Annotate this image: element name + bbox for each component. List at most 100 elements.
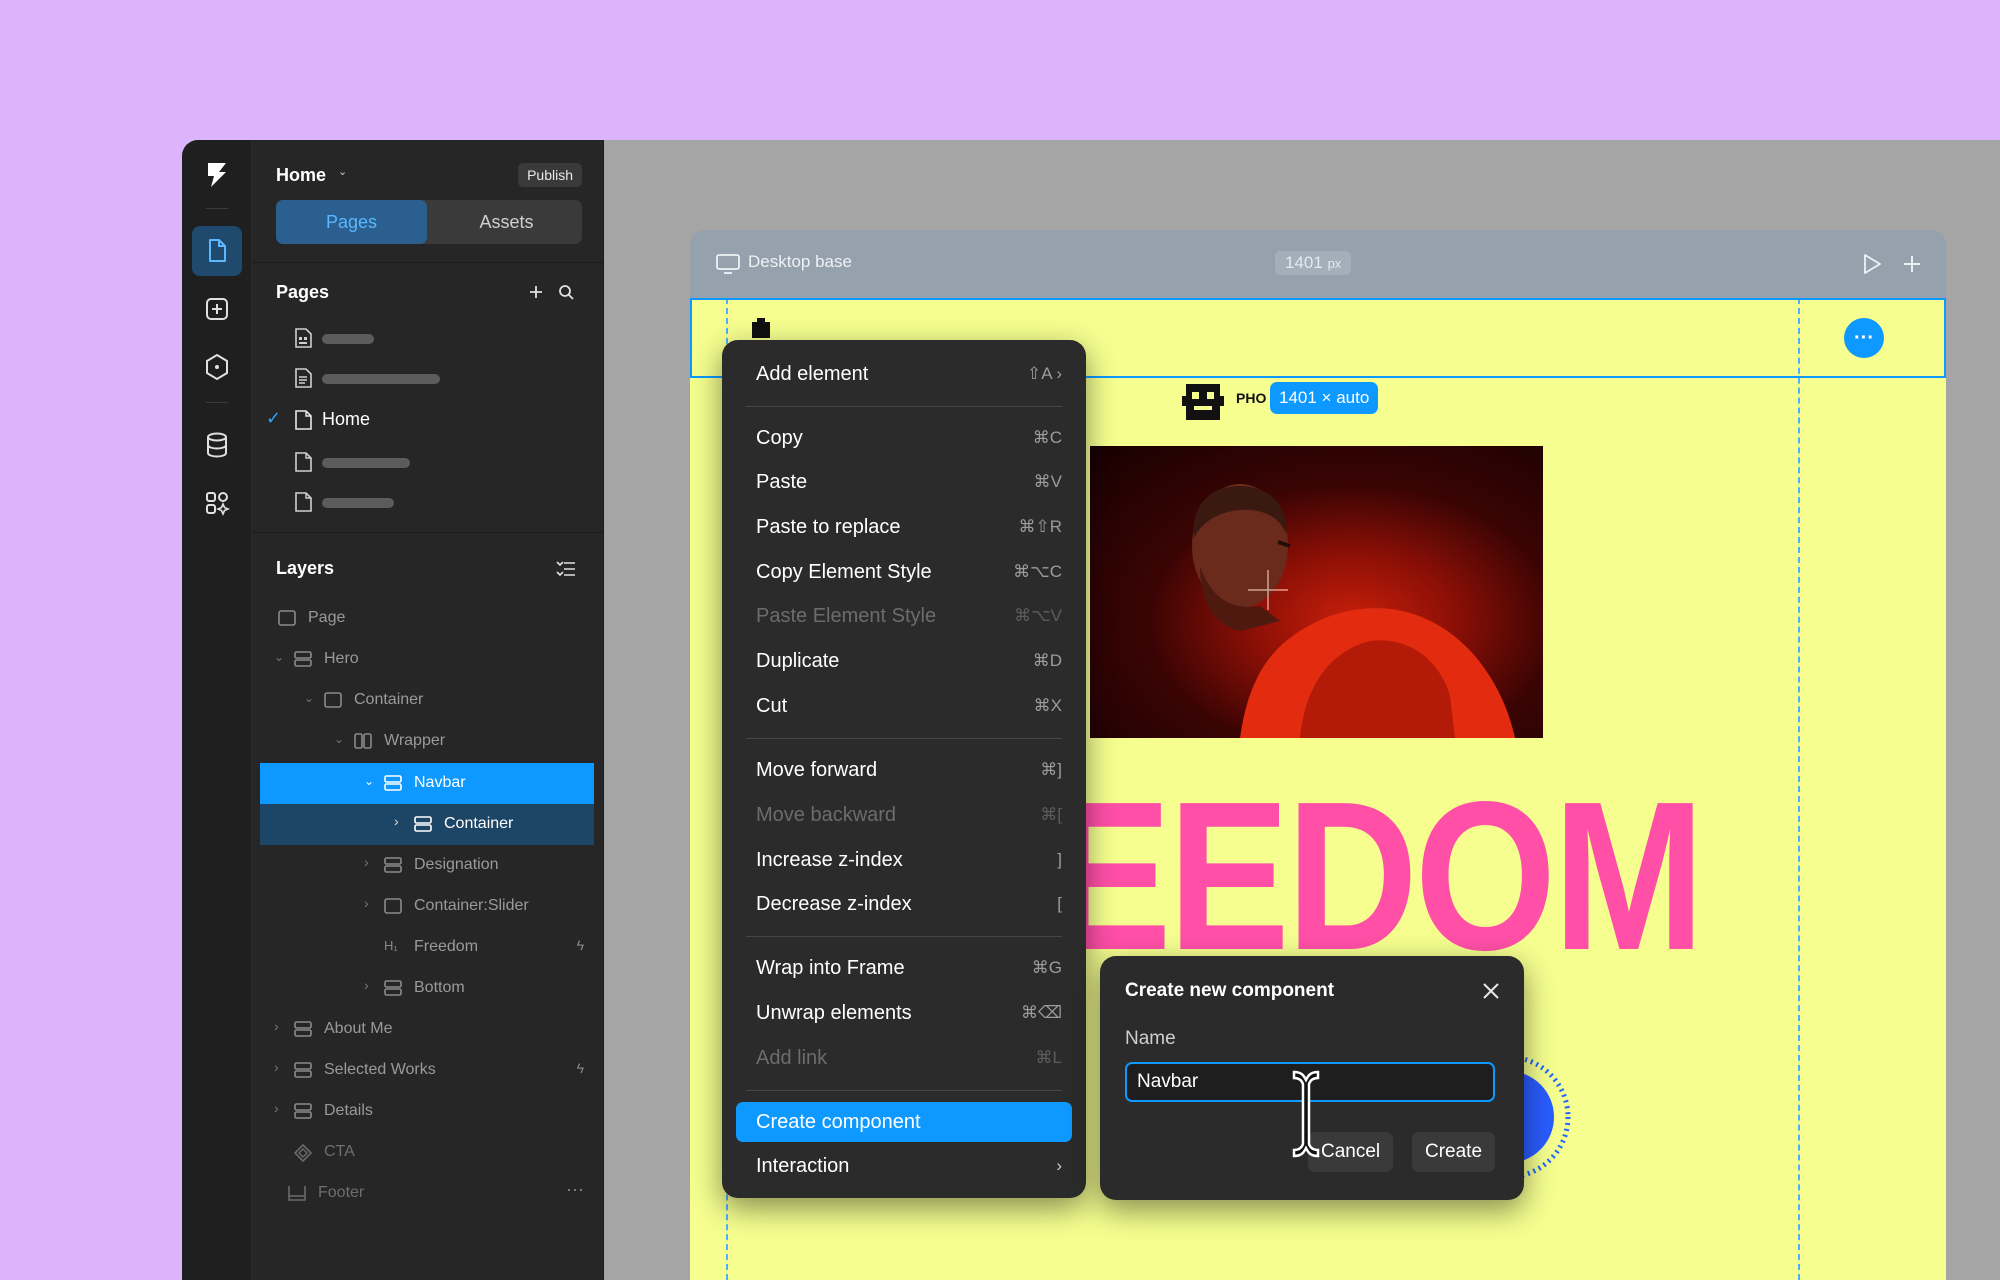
- page-item-label: Home: [322, 409, 371, 429]
- page-item[interactable]: [252, 442, 604, 482]
- chevron-down-icon[interactable]: ⌄: [364, 774, 374, 788]
- layer-footer[interactable]: Footer ···: [260, 1173, 594, 1214]
- page-icon: [295, 452, 312, 472]
- close-icon: [1483, 983, 1499, 999]
- chevron-down-icon[interactable]: ⌄: [274, 650, 284, 664]
- menu-item-increase-z-index[interactable]: Increase z-index]: [736, 840, 1072, 880]
- page-item[interactable]: [252, 358, 604, 398]
- menu-item-copy[interactable]: Copy ⌘C: [736, 418, 1072, 458]
- navbar-options-button[interactable]: ···: [1844, 318, 1884, 358]
- chevron-down-icon[interactable]: ⌄: [338, 165, 347, 178]
- components-button[interactable]: [192, 342, 242, 392]
- create-button[interactable]: Create: [1412, 1132, 1496, 1172]
- search-icon[interactable]: [558, 284, 575, 301]
- collapse-list-icon[interactable]: [556, 560, 576, 578]
- layer-bottom[interactable]: › Bottom: [260, 968, 594, 1009]
- check-icon: ✓: [266, 408, 282, 428]
- layer-wrapper[interactable]: ⌄ Wrapper: [260, 721, 594, 762]
- menu-item-interaction[interactable]: Interaction ›: [736, 1146, 1072, 1186]
- stack-icon: [384, 775, 402, 791]
- layer-hero[interactable]: ⌄ Hero: [260, 639, 594, 680]
- stack-icon: [384, 980, 402, 996]
- tab-assets[interactable]: Assets: [431, 200, 582, 244]
- layer-designation[interactable]: › Designation: [260, 845, 594, 886]
- stack-icon: [294, 1021, 312, 1037]
- tab-pages[interactable]: Pages: [276, 200, 427, 244]
- add-element-button[interactable]: [192, 284, 242, 334]
- more-icon[interactable]: ···: [566, 1179, 584, 1200]
- crosshair-icon: [1248, 570, 1288, 610]
- site-title[interactable]: Home: [276, 158, 326, 192]
- layer-details[interactable]: › Details: [260, 1091, 594, 1132]
- logo-text: PHO: [1236, 390, 1267, 406]
- chevron-down-icon[interactable]: ⌄: [334, 732, 344, 746]
- chevron-down-icon[interactable]: ⌄: [304, 691, 314, 705]
- menu-item-move-backward: Move backward ⌘[: [756, 804, 1062, 826]
- page-item[interactable]: [252, 482, 604, 522]
- editor-window: Home ⌄ Publish Pages Assets Pages ✓ Home…: [182, 140, 2000, 1280]
- close-button[interactable]: [1478, 978, 1504, 1004]
- chevron-right-icon[interactable]: ›: [364, 854, 369, 870]
- chevron-right-icon[interactable]: ›: [364, 977, 369, 993]
- page-item[interactable]: [252, 318, 604, 358]
- menu-item-wrap-into-frame[interactable]: Wrap into Frame ⌘G: [736, 948, 1072, 988]
- frame-label[interactable]: Desktop base: [748, 252, 852, 272]
- menu-item-duplicate[interactable]: Duplicate ⌘D: [736, 641, 1072, 681]
- pages-section-title: Pages: [276, 282, 330, 302]
- layer-freedom[interactable]: H₁ Freedom ϟ: [260, 927, 594, 968]
- cms-button[interactable]: [192, 420, 242, 470]
- play-icon[interactable]: [1862, 253, 1882, 275]
- frame-icon: [324, 692, 342, 708]
- hero-photo[interactable]: [1090, 446, 1543, 738]
- layer-navbar-container[interactable]: › Container: [260, 804, 594, 845]
- menu-item-decrease-z-index[interactable]: Decrease z-index[: [736, 884, 1072, 924]
- layer-cta[interactable]: CTA: [260, 1132, 594, 1173]
- pages-panel-button[interactable]: [192, 226, 242, 276]
- sidebar-tabs: Pages Assets: [276, 200, 582, 244]
- cms-page-icon: [295, 328, 312, 348]
- chevron-right-icon[interactable]: ›: [274, 1059, 279, 1075]
- name-label: Name: [1125, 1028, 1176, 1049]
- menu-item-move-forward[interactable]: Move forward ⌘]: [736, 750, 1072, 790]
- plus-icon[interactable]: [1902, 254, 1922, 274]
- chevron-right-icon[interactable]: ›: [364, 895, 369, 911]
- layer-container[interactable]: ⌄ Container: [260, 680, 594, 721]
- menu-item-cut[interactable]: Cut ⌘X: [736, 686, 1072, 726]
- menu-item-unwrap-elements[interactable]: Unwrap elements ⌘⌫: [736, 993, 1072, 1033]
- chevron-right-icon[interactable]: ›: [274, 1018, 279, 1034]
- menu-item-paste[interactable]: Paste ⌘V: [736, 462, 1072, 502]
- menu-item-add-element[interactable]: Add element ⇧A ›: [736, 354, 1072, 394]
- page-icon: [295, 368, 312, 388]
- chevron-right-icon[interactable]: ›: [274, 1100, 279, 1116]
- add-page-icon[interactable]: [528, 284, 544, 300]
- columns-icon: [354, 733, 372, 749]
- menu-item-paste-to-replace[interactable]: Paste to replace ⌘⇧R: [736, 507, 1072, 547]
- apps-icon: [206, 492, 230, 516]
- menu-item-create-component[interactable]: Create component: [736, 1102, 1072, 1142]
- page-item-home[interactable]: ✓ Home: [252, 400, 604, 440]
- layer-container-slider[interactable]: › Container:Slider: [260, 886, 594, 927]
- monitor-icon: [716, 254, 740, 274]
- app-logo[interactable]: [192, 150, 242, 200]
- tool-rail: [182, 140, 252, 1280]
- chevron-right-icon[interactable]: ›: [394, 813, 399, 829]
- publish-button[interactable]: Publish: [518, 163, 582, 187]
- context-menu: Add element ⇧A › Copy ⌘C Paste ⌘V Paste to …: [722, 340, 1086, 1198]
- layer-selected-works[interactable]: › Selected Works ϟ: [260, 1050, 594, 1091]
- hero-heading[interactable]: EEDOM: [1050, 770, 1705, 982]
- layer-about-me[interactable]: › About Me: [260, 1009, 594, 1050]
- site-header: Home ⌄ Publish: [276, 158, 582, 192]
- stack-icon: [414, 816, 432, 832]
- menu-item-copy-element-style[interactable]: Copy Element Style ⌘⌥C: [736, 552, 1072, 592]
- stack-icon: [384, 857, 402, 873]
- dialog-title: Create new component: [1125, 980, 1335, 1001]
- component-icon: [294, 1144, 312, 1162]
- frame-icon: [278, 610, 296, 626]
- pixel-logo-icon: [1182, 384, 1224, 420]
- layer-page[interactable]: Page: [260, 598, 594, 639]
- heading-icon: H₁: [384, 938, 398, 953]
- text-cursor-icon: [1292, 1070, 1320, 1158]
- layer-navbar[interactable]: ⌄ Navbar: [260, 763, 594, 804]
- apps-button[interactable]: [192, 478, 242, 528]
- menu-item-add-link: Add link ⌘L: [756, 1047, 1062, 1069]
